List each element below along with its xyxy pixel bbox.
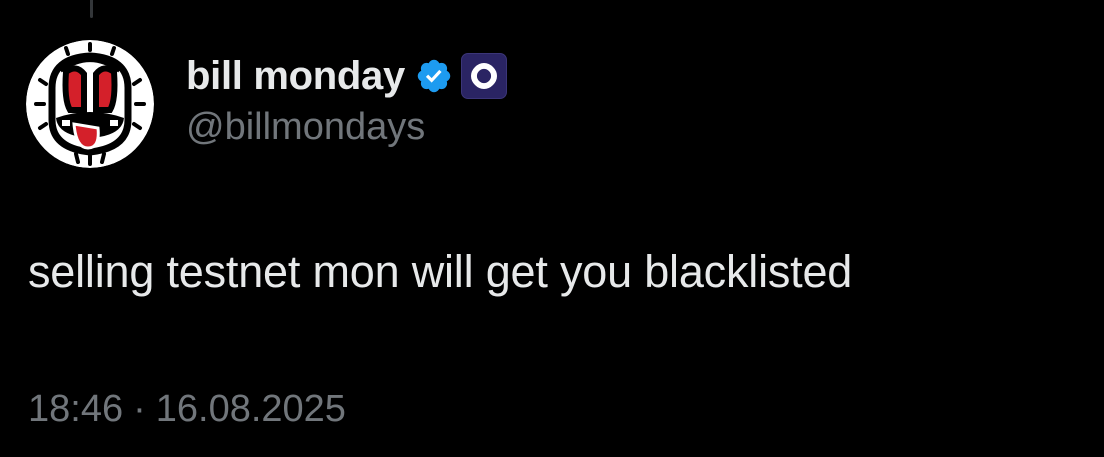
meta-separator: · xyxy=(133,388,146,430)
tweet-meta: 18:46 · 16.08.2025 xyxy=(28,388,346,431)
monad-logo-icon[interactable] xyxy=(460,53,507,99)
verified-badge-icon[interactable] xyxy=(415,57,453,95)
avatar[interactable] xyxy=(26,40,154,168)
tweet-date[interactable]: 16.08.2025 xyxy=(156,388,346,431)
tiki-mask-avatar-icon xyxy=(26,40,154,168)
thread-connector-line xyxy=(90,0,93,18)
tweet-time[interactable]: 18:46 xyxy=(28,388,123,431)
tweet-text: selling testnet mon will get you blackli… xyxy=(28,246,853,297)
author-handle[interactable]: @billmondays xyxy=(186,106,507,149)
author-name-row: bill monday xyxy=(186,50,507,102)
author-display-name[interactable]: bill monday xyxy=(186,54,405,99)
author-info: bill monday @billmondays xyxy=(186,50,507,149)
